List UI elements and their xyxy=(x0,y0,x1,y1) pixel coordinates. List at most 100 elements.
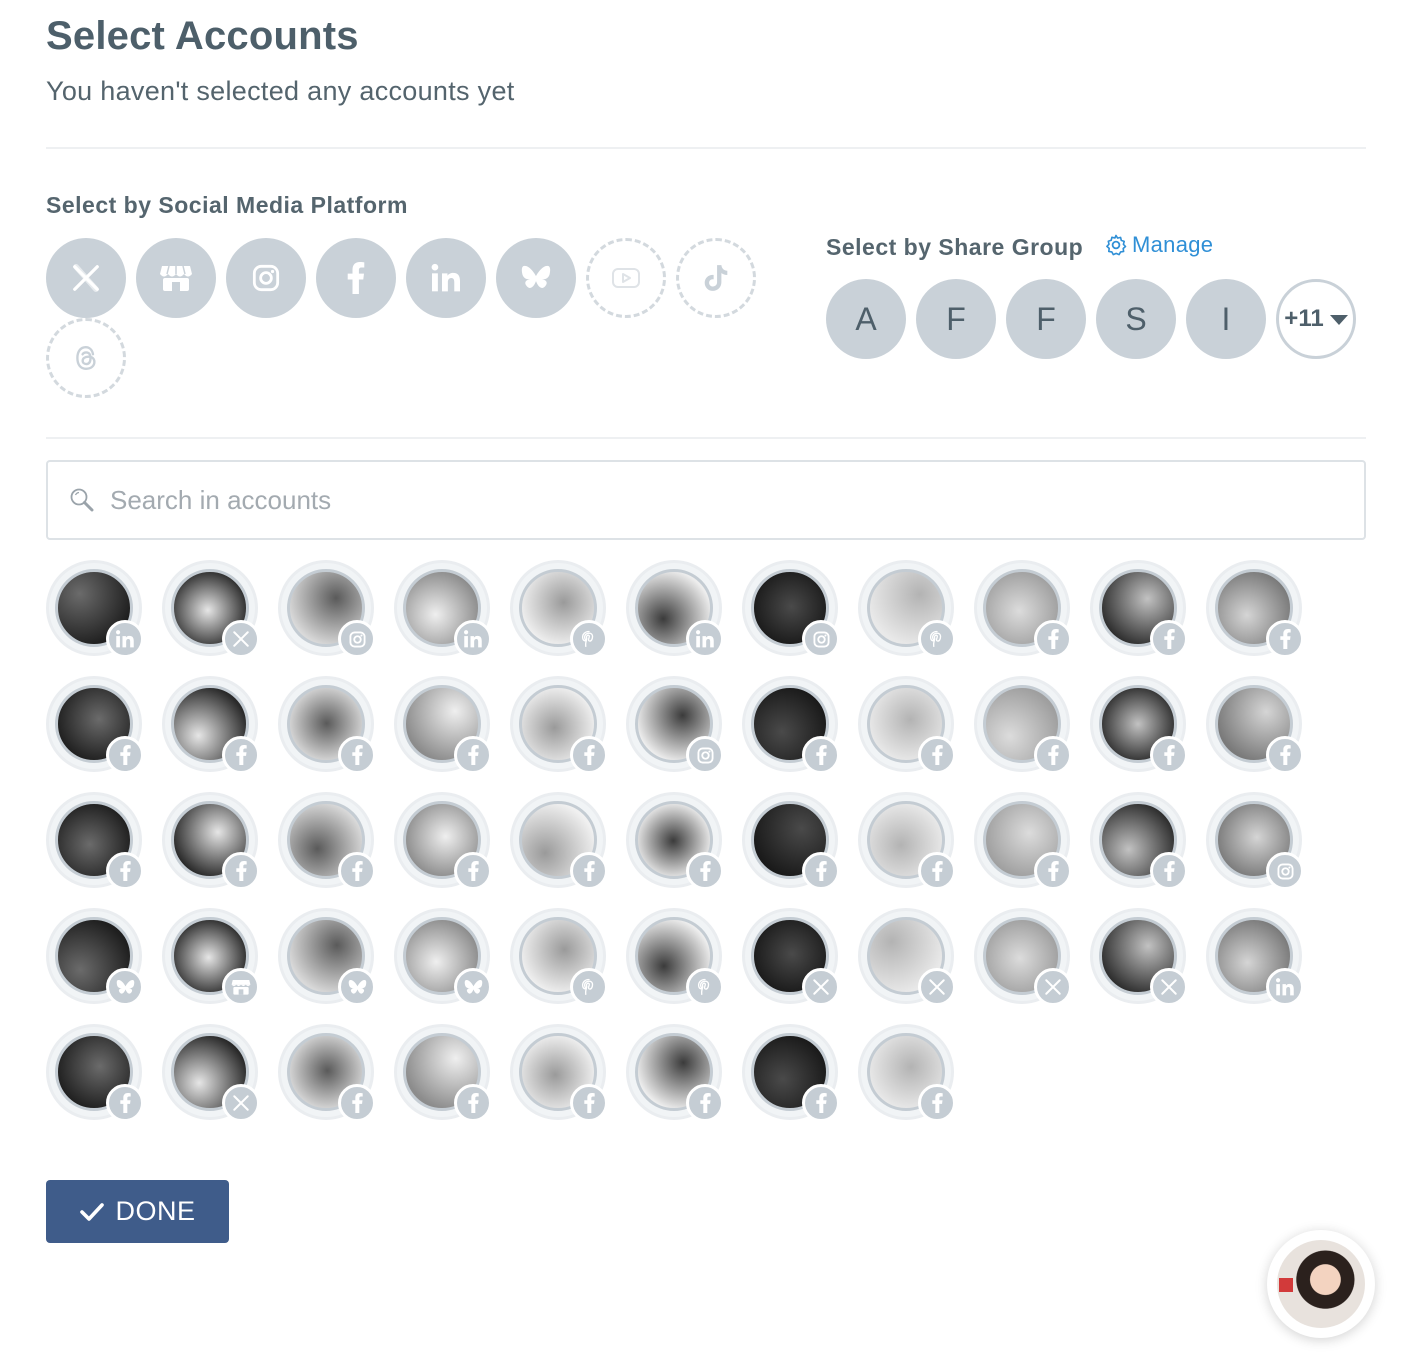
account-item[interactable] xyxy=(626,560,724,658)
account-item[interactable] xyxy=(858,908,956,1006)
tiktok-icon xyxy=(704,265,728,291)
account-item[interactable] xyxy=(626,792,724,890)
account-item[interactable] xyxy=(626,908,724,1006)
account-item[interactable] xyxy=(46,676,144,774)
facebook-icon xyxy=(222,852,260,890)
account-item[interactable] xyxy=(510,1024,608,1122)
facebook-icon xyxy=(918,1084,956,1122)
account-item[interactable] xyxy=(278,908,376,1006)
platform-bluesky-button[interactable] xyxy=(496,238,576,318)
account-item[interactable] xyxy=(46,792,144,890)
platform-linkedin-button[interactable] xyxy=(406,238,486,318)
account-item[interactable] xyxy=(1206,908,1304,1006)
account-item[interactable] xyxy=(742,908,840,1006)
account-item[interactable] xyxy=(394,792,492,890)
account-item[interactable] xyxy=(162,792,260,890)
account-item[interactable] xyxy=(1090,676,1188,774)
account-item[interactable] xyxy=(162,908,260,1006)
account-item[interactable] xyxy=(974,792,1072,890)
facebook-icon xyxy=(1034,852,1072,890)
support-chat-button[interactable] xyxy=(1267,1230,1375,1338)
facebook-icon xyxy=(1034,620,1072,658)
platform-instagram-button[interactable] xyxy=(226,238,306,318)
account-item[interactable] xyxy=(278,1024,376,1122)
platform-threads-button[interactable] xyxy=(46,318,126,398)
search-input[interactable] xyxy=(108,469,1364,531)
x-icon xyxy=(222,620,260,658)
more-groups-count: +11 xyxy=(1284,305,1324,332)
account-item[interactable] xyxy=(1090,908,1188,1006)
account-item[interactable] xyxy=(46,560,144,658)
manage-label: Manage xyxy=(1132,232,1214,257)
facebook-icon xyxy=(802,1084,840,1122)
account-item[interactable] xyxy=(510,792,608,890)
check-icon xyxy=(80,1202,105,1221)
account-item[interactable] xyxy=(1206,560,1304,658)
share-group-i[interactable]: I xyxy=(1186,279,1266,359)
bluesky-icon xyxy=(106,968,144,1006)
account-item[interactable] xyxy=(1090,792,1188,890)
account-item[interactable] xyxy=(394,908,492,1006)
account-item[interactable] xyxy=(46,908,144,1006)
facebook-icon xyxy=(918,852,956,890)
account-item[interactable] xyxy=(1206,676,1304,774)
facebook-icon xyxy=(918,736,956,774)
caret-down-icon xyxy=(1329,315,1348,325)
linkedin-icon xyxy=(1266,968,1304,1006)
facebook-icon xyxy=(570,736,608,774)
account-item[interactable] xyxy=(1206,792,1304,890)
account-item[interactable] xyxy=(394,1024,492,1122)
account-item[interactable] xyxy=(742,560,840,658)
platform-facebook-button[interactable] xyxy=(316,238,396,318)
bluesky-icon xyxy=(338,968,376,1006)
account-item[interactable] xyxy=(742,792,840,890)
linkedin-icon xyxy=(454,620,492,658)
manage-groups-link[interactable]: Manage xyxy=(1104,232,1213,258)
account-item[interactable] xyxy=(162,1024,260,1122)
account-item[interactable] xyxy=(278,560,376,658)
share-group-f-2[interactable]: F xyxy=(1006,279,1086,359)
more-groups-dropdown[interactable]: +11 xyxy=(1276,279,1356,359)
linkedin-icon xyxy=(686,620,724,658)
account-item[interactable] xyxy=(510,560,608,658)
done-label: DONE xyxy=(115,1196,196,1226)
account-item[interactable] xyxy=(626,1024,724,1122)
account-item[interactable] xyxy=(974,676,1072,774)
platform-x-button[interactable] xyxy=(46,238,126,318)
facebook-icon xyxy=(338,1084,376,1122)
pinterest-icon xyxy=(918,620,956,658)
account-item[interactable] xyxy=(626,676,724,774)
account-item[interactable] xyxy=(1090,560,1188,658)
account-item[interactable] xyxy=(858,792,956,890)
share-group-section-title: Select by Share Group xyxy=(826,234,1084,260)
account-item[interactable] xyxy=(394,676,492,774)
account-item[interactable] xyxy=(742,676,840,774)
x-icon xyxy=(1034,968,1072,1006)
share-group-a[interactable]: A xyxy=(826,279,906,359)
account-item[interactable] xyxy=(974,560,1072,658)
account-item[interactable] xyxy=(858,1024,956,1122)
platform-youtube-button[interactable] xyxy=(586,238,666,318)
search-icon xyxy=(70,488,94,512)
share-group-s[interactable]: S xyxy=(1096,279,1176,359)
done-button[interactable]: DONE xyxy=(46,1180,229,1243)
platform-tiktok-button[interactable] xyxy=(676,238,756,318)
facebook-icon xyxy=(1150,852,1188,890)
share-group-f-1[interactable]: F xyxy=(916,279,996,359)
account-item[interactable] xyxy=(162,676,260,774)
x-icon xyxy=(222,1084,260,1122)
account-item[interactable] xyxy=(278,676,376,774)
account-item[interactable] xyxy=(974,908,1072,1006)
account-item[interactable] xyxy=(162,560,260,658)
account-item[interactable] xyxy=(510,908,608,1006)
account-item[interactable] xyxy=(858,676,956,774)
account-item[interactable] xyxy=(510,676,608,774)
account-item[interactable] xyxy=(394,560,492,658)
platform-google-business-button[interactable] xyxy=(136,238,216,318)
gear-icon xyxy=(1106,234,1127,256)
account-item[interactable] xyxy=(858,560,956,658)
instagram-icon xyxy=(686,736,724,774)
account-item[interactable] xyxy=(742,1024,840,1122)
account-item[interactable] xyxy=(46,1024,144,1122)
account-item[interactable] xyxy=(278,792,376,890)
